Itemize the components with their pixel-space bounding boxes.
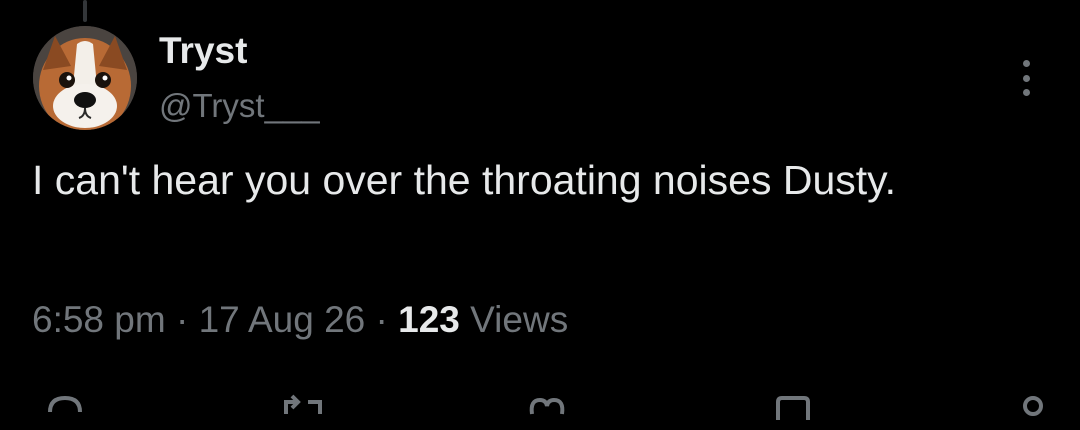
retweet-icon[interactable] <box>278 390 328 430</box>
avatar[interactable] <box>33 26 137 130</box>
more-dot <box>1022 74 1030 82</box>
bookmark-icon[interactable] <box>768 390 818 430</box>
tweet-date[interactable]: 17 Aug 26 <box>199 299 366 340</box>
tweet-meta: 6:58 pm · 17 Aug 26 · 123 Views <box>32 296 568 344</box>
views-count[interactable]: 123 <box>398 299 460 340</box>
meta-separator: · <box>375 299 388 340</box>
more-dot <box>1022 89 1030 96</box>
thread-connector-line <box>83 0 87 22</box>
author-handle[interactable]: @Tryst___ <box>159 86 320 126</box>
share-icon[interactable] <box>1008 390 1058 430</box>
author-display-name[interactable]: Tryst <box>159 30 247 72</box>
action-bar <box>0 390 1080 420</box>
views-label: Views <box>470 299 569 340</box>
dog-avatar-icon <box>33 26 137 130</box>
heart-icon[interactable] <box>522 390 572 430</box>
reply-icon[interactable] <box>40 390 90 430</box>
meta-separator: · <box>175 299 189 340</box>
more-vertical-icon[interactable] <box>1010 56 1042 100</box>
tweet-time[interactable]: 6:58 pm <box>32 299 166 340</box>
more-dot <box>1022 60 1030 67</box>
tweet-text: I can't hear you over the throating nois… <box>32 157 896 203</box>
